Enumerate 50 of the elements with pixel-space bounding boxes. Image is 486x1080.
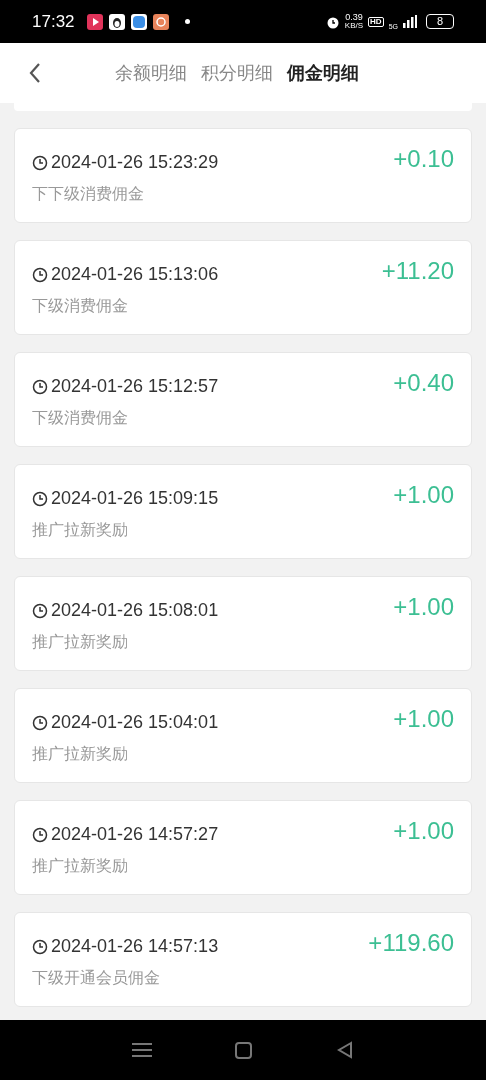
record-time: 2024-01-26 15:23:29 — [51, 151, 219, 174]
record-type: 下下级消费佣金 — [32, 184, 145, 204]
record-type: 推广拉新奖励 — [32, 632, 129, 652]
status-time: 17:32 — [32, 10, 75, 33]
photo-app-icon — [152, 13, 169, 30]
clock-icon — [32, 602, 48, 619]
record-amount: +1.00 — [393, 595, 454, 622]
clock-icon — [32, 378, 48, 395]
video-app-icon — [86, 13, 103, 30]
record-amount: +11.20 — [381, 259, 454, 286]
record-amount: +0.10 — [393, 147, 454, 174]
tab[interactable]: 积分明细 — [201, 59, 273, 87]
record-type: 下级消费佣金 — [32, 296, 129, 316]
record-type: 推广拉新奖励 — [32, 520, 129, 540]
signal-icon — [403, 15, 417, 28]
clock-icon — [32, 154, 48, 171]
record-time: 2024-01-26 15:12:57 — [51, 375, 219, 398]
record-type: 推广拉新奖励 — [32, 856, 129, 876]
clock-icon — [32, 826, 48, 843]
record-amount: +1.00 — [393, 819, 454, 846]
record-time: 2024-01-26 15:04:01 — [51, 711, 219, 734]
clock-icon — [32, 938, 48, 955]
clock-icon — [32, 490, 48, 507]
menu-button[interactable] — [131, 1040, 152, 1060]
penguin-app-icon — [108, 13, 125, 30]
back-nav-button[interactable] — [336, 1041, 355, 1059]
record-time: 2024-01-26 15:09:15 — [51, 487, 219, 510]
record-type: 下级消费佣金 — [32, 408, 129, 428]
record-time: 2024-01-26 15:08:01 — [51, 599, 219, 622]
clock-icon — [32, 266, 48, 283]
back-triangle-icon — [336, 1041, 355, 1059]
clock-icon — [32, 714, 48, 731]
battery-indicator: 8 — [426, 14, 454, 29]
home-button[interactable] — [235, 1041, 253, 1059]
record-time: 2024-01-26 14:57:27 — [51, 823, 219, 846]
hd-badge: HD — [368, 16, 384, 27]
record-time: 2024-01-26 15:13:06 — [51, 263, 219, 286]
back-icon — [28, 62, 42, 84]
network-speed-unit: KB/S — [344, 22, 364, 30]
record-amount: +1.00 — [393, 707, 454, 734]
network-speed: 0.39 — [345, 13, 363, 22]
record-amount: +0.40 — [393, 371, 454, 398]
record-type: 下级开通会员佣金 — [32, 968, 161, 988]
record-time: 2024-01-26 14:57:13 — [51, 935, 219, 958]
notification-dot-icon — [184, 19, 190, 24]
tab[interactable]: 佣金明细 — [287, 59, 359, 87]
record-amount: +1.00 — [393, 483, 454, 510]
record-amount: +119.60 — [368, 931, 454, 958]
record-type: 推广拉新奖励 — [32, 744, 129, 764]
tab[interactable]: 余额明细 — [115, 59, 187, 87]
